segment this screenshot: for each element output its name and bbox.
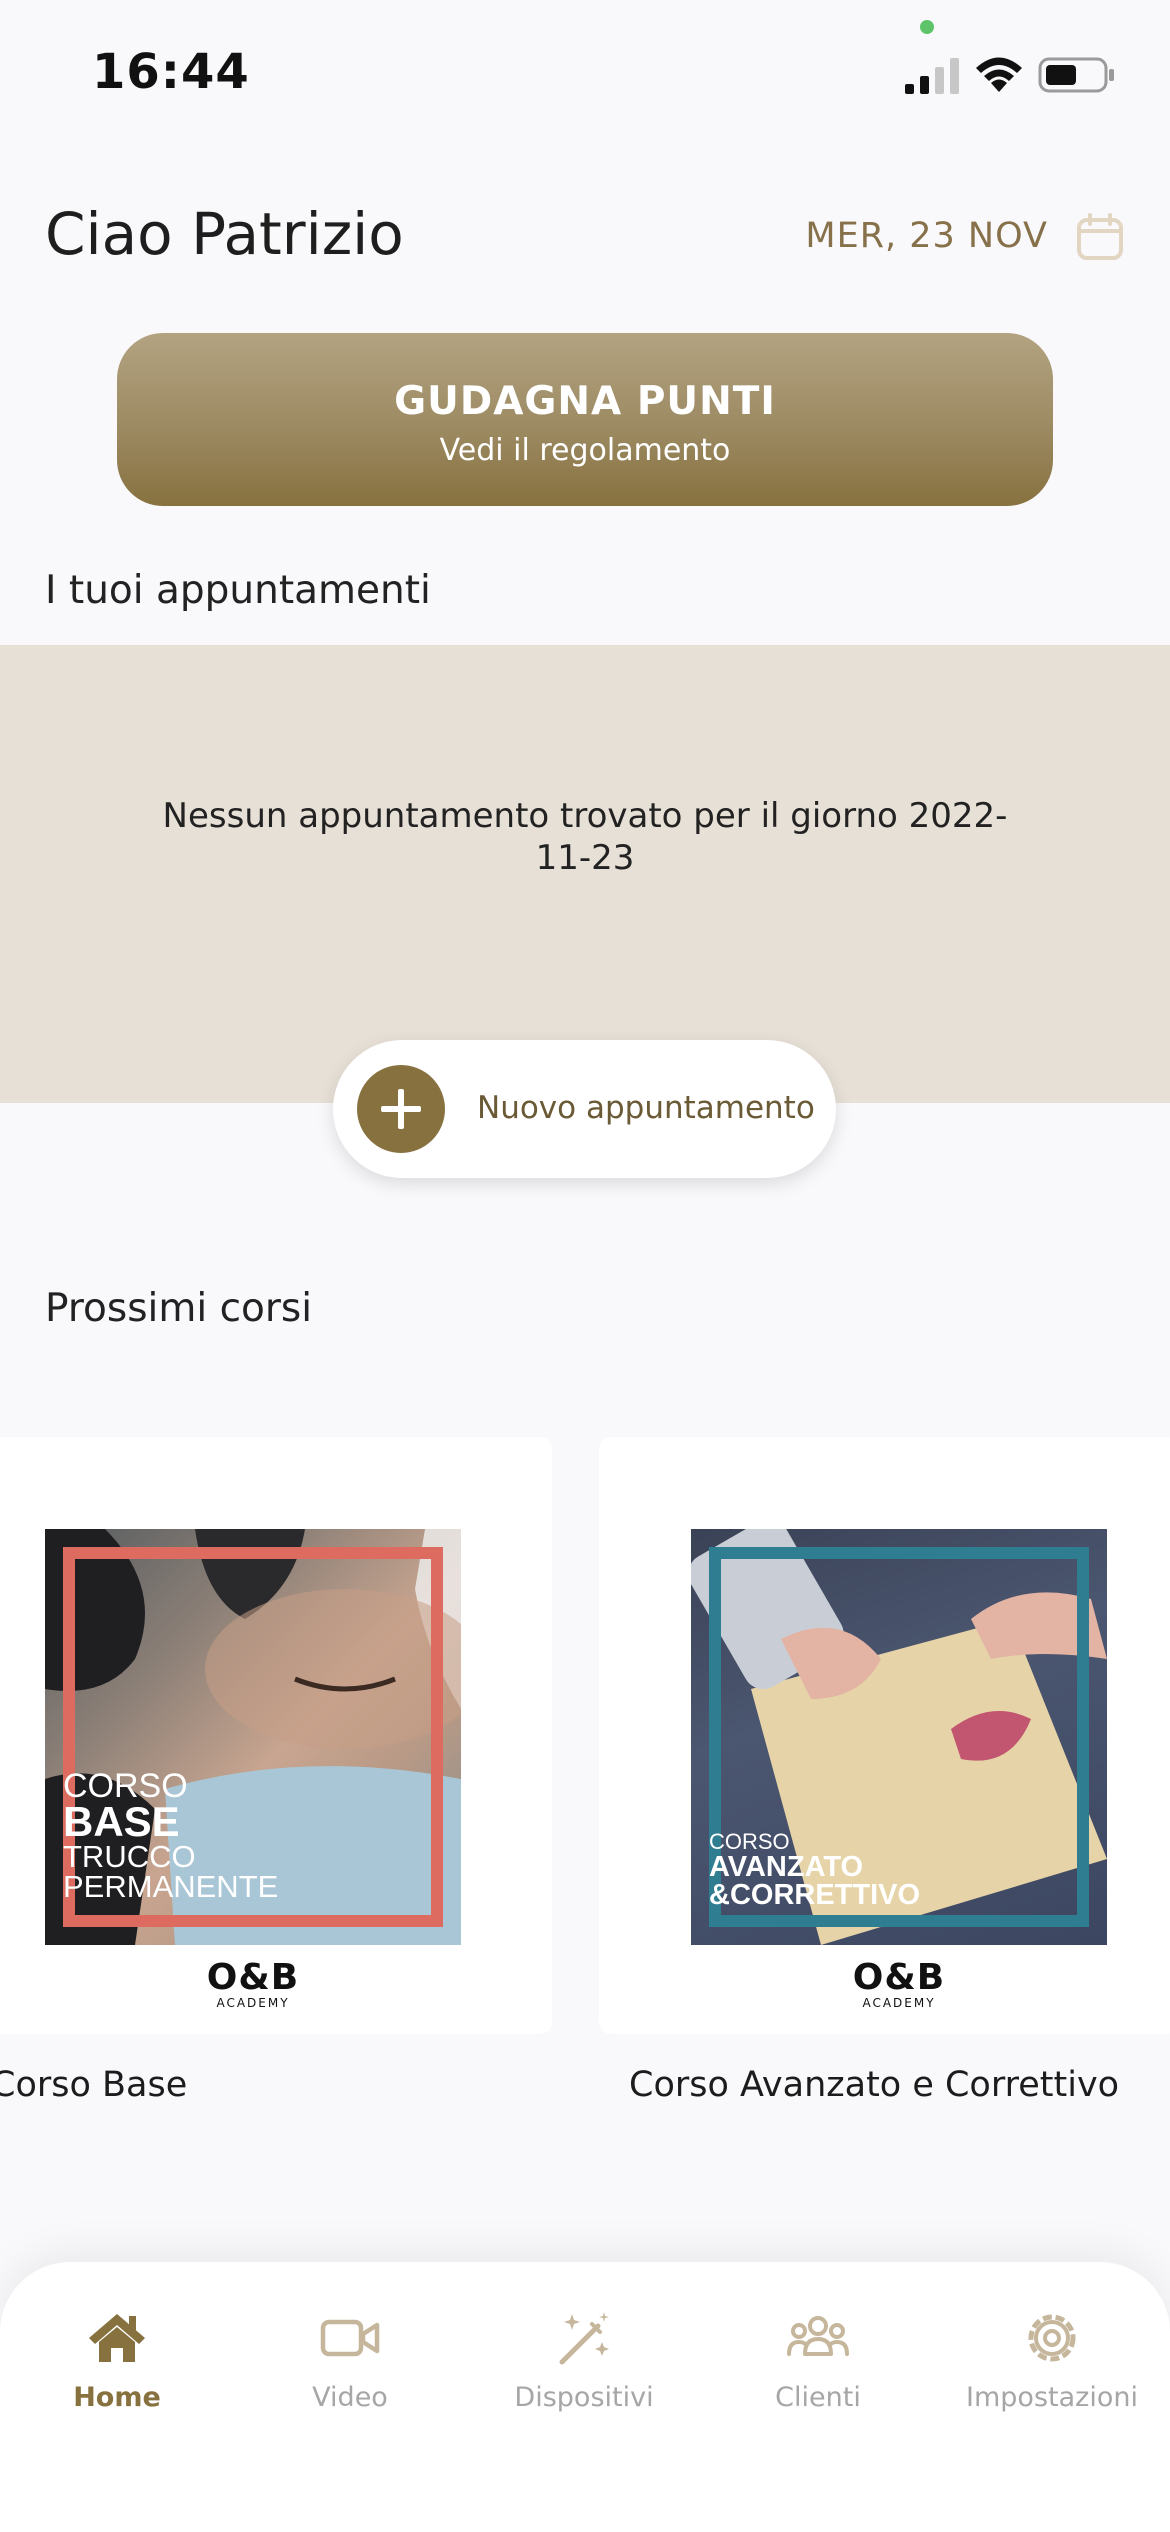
poster-line-1: CORSO	[709, 1829, 790, 1854]
logo-subtext: ACADEMY	[216, 1996, 290, 2010]
status-time: 16:44	[92, 44, 250, 100]
tab-impostazioni[interactable]: Impostazioni	[937, 2306, 1167, 2413]
earn-points-subtitle: Vedi il regolamento	[439, 433, 731, 468]
course-poster-image: CORSO AVANZATO &CORRETTIVO	[691, 1529, 1107, 1945]
status-bar: 16:44	[0, 0, 1170, 130]
logo-text: O&B	[852, 1957, 946, 1998]
new-appointment-label: Nuovo appuntamento	[477, 1090, 815, 1126]
courses-section-title: Prossimi corsi	[45, 1286, 313, 1331]
home-icon	[89, 2314, 145, 2362]
course-poster-image: CORSO BASE TRUCCO PERMANENTE	[45, 1529, 461, 1945]
tab-impostazioni-label: Impostazioni	[966, 2382, 1138, 2413]
logo-text: O&B	[206, 1957, 300, 1998]
appointments-section-title: I tuoi appuntamenti	[45, 568, 431, 613]
privacy-indicator	[920, 20, 934, 34]
poster-line-3: TRUCCO	[63, 1839, 196, 1874]
academy-logo: O&B ACADEMY	[824, 1957, 974, 2010]
poster-line-2: AVANZATO	[709, 1851, 864, 1883]
video-icon	[320, 2319, 380, 2357]
appointments-empty-message: Nessun appuntamento trovato per il giorn…	[162, 796, 1008, 878]
gear-icon	[1028, 2314, 1076, 2362]
earn-points-button[interactable]: GUDAGNA PUNTI Vedi il regolamento	[117, 333, 1053, 506]
calendar-icon[interactable]	[1075, 212, 1125, 262]
course-card-advanced[interactable]: CORSO AVANZATO &CORRETTIVO O&B ACADEMY	[599, 1437, 1170, 2034]
tab-clienti-label: Clienti	[775, 2382, 861, 2413]
tab-clienti[interactable]: Clienti	[703, 2306, 933, 2413]
date-label[interactable]: MER, 23 NOV	[805, 216, 1048, 256]
course-name[interactable]: Corso Avanzato e Correttivo	[629, 2065, 1119, 2105]
plus-icon	[357, 1065, 445, 1153]
tab-dispositivi-label: Dispositivi	[514, 2382, 654, 2413]
wifi-icon	[976, 57, 1022, 92]
cellular-signal-icon	[905, 58, 959, 94]
poster-line-4: PERMANENTE	[63, 1869, 279, 1904]
course-card-base[interactable]: CORSO BASE TRUCCO PERMANENTE O&B ACADEMY	[0, 1437, 552, 2034]
tab-dispositivi[interactable]: Dispositivi	[469, 2306, 699, 2413]
logo-subtext: ACADEMY	[862, 1996, 936, 2010]
appointments-panel: Nessun appuntamento trovato per il giorn…	[0, 645, 1170, 1103]
tab-home[interactable]: Home	[2, 2306, 232, 2413]
earn-points-title: GUDAGNA PUNTI	[394, 379, 776, 424]
course-name[interactable]: Corso Base	[0, 2065, 187, 2105]
magic-wand-icon	[559, 2312, 609, 2365]
greeting-title: Ciao Patrizio	[45, 200, 404, 268]
bottom-tab-bar: Home Video Dispositivi Clienti Impostazi…	[0, 2262, 1170, 2532]
tab-home-label: Home	[73, 2382, 161, 2413]
new-appointment-button[interactable]: Nuovo appuntamento	[333, 1040, 836, 1178]
battery-icon	[1038, 57, 1114, 93]
users-icon	[787, 2316, 849, 2356]
poster-line-3: &CORRETTIVO	[709, 1879, 921, 1911]
academy-logo: O&B ACADEMY	[178, 1957, 328, 2010]
tab-video-label: Video	[312, 2382, 388, 2413]
poster-line-2: BASE	[63, 1798, 180, 1845]
tab-video[interactable]: Video	[235, 2306, 465, 2413]
